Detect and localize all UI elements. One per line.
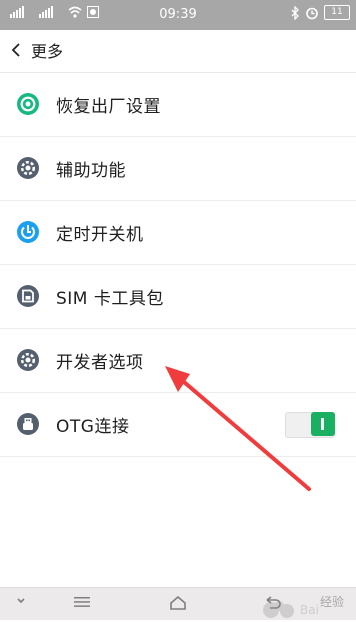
status-right-icons: 11 xyxy=(290,5,350,20)
restore-icon xyxy=(17,93,39,115)
list-item-scheduled-power[interactable]: 定时开关机 xyxy=(0,201,356,265)
list-item-accessibility[interactable]: 辅助功能 xyxy=(0,137,356,201)
timer-power-icon xyxy=(17,221,39,243)
battery-level: 11 xyxy=(331,7,343,17)
list-item-factory-reset[interactable]: 恢复出厂设置 xyxy=(0,73,356,137)
otg-toggle[interactable] xyxy=(285,412,335,438)
alarm-icon xyxy=(306,7,318,19)
svg-text:Bai: Bai xyxy=(300,603,319,617)
bluetooth-icon xyxy=(291,5,299,20)
list-item-otg[interactable]: OTG连接 xyxy=(0,393,356,457)
toggle-bar xyxy=(321,418,324,430)
toggle-knob xyxy=(311,412,335,436)
watermark-text: 经验 xyxy=(319,595,344,609)
system-navigation-bar: Bai 经验 xyxy=(0,587,356,620)
back-arrow-icon[interactable] xyxy=(11,42,21,58)
page-title: 更多 xyxy=(31,42,64,61)
status-bar: 09:39 11 xyxy=(0,0,356,30)
menu-icon[interactable] xyxy=(74,596,90,608)
list-item-label: OTG连接 xyxy=(56,417,130,437)
list-item-label: SIM 卡工具包 xyxy=(56,289,164,309)
usb-otg-icon xyxy=(17,413,39,435)
list-item-label: 定时开关机 xyxy=(56,225,144,245)
settings-list: 恢复出厂设置 辅助功能 定时开关机 SIM 卡工具包 开发者选项 OTG连接 xyxy=(0,73,356,457)
battery-icon: 11 xyxy=(324,5,350,20)
list-item-developer-options[interactable]: 开发者选项 xyxy=(0,329,356,393)
home-icon[interactable] xyxy=(170,596,186,610)
sim-card-icon xyxy=(17,285,39,307)
gear-icon xyxy=(17,349,39,371)
list-item-label: 开发者选项 xyxy=(56,353,144,373)
list-item-sim-toolkit[interactable]: SIM 卡工具包 xyxy=(0,265,356,329)
chevron-down-icon[interactable] xyxy=(16,596,26,606)
list-item-label: 辅助功能 xyxy=(56,161,126,181)
app-header: 更多 xyxy=(0,30,356,73)
gear-icon xyxy=(17,157,39,179)
list-item-label: 恢复出厂设置 xyxy=(56,97,161,117)
